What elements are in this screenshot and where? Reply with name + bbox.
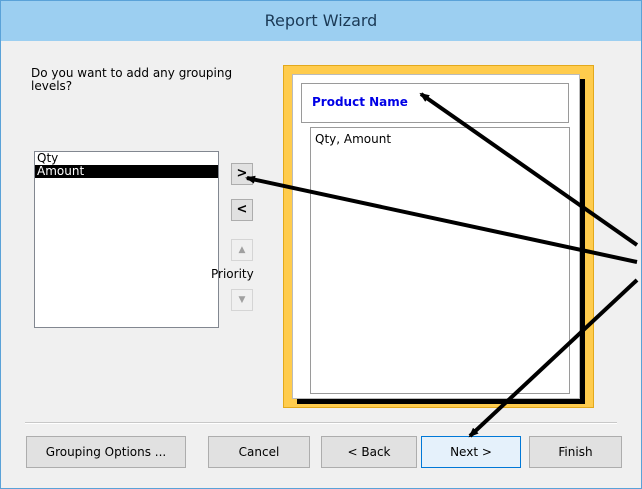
- arrow-to-next-button: [468, 278, 639, 438]
- callout-arrows: [245, 92, 639, 438]
- arrow-to-add-button: [245, 175, 638, 264]
